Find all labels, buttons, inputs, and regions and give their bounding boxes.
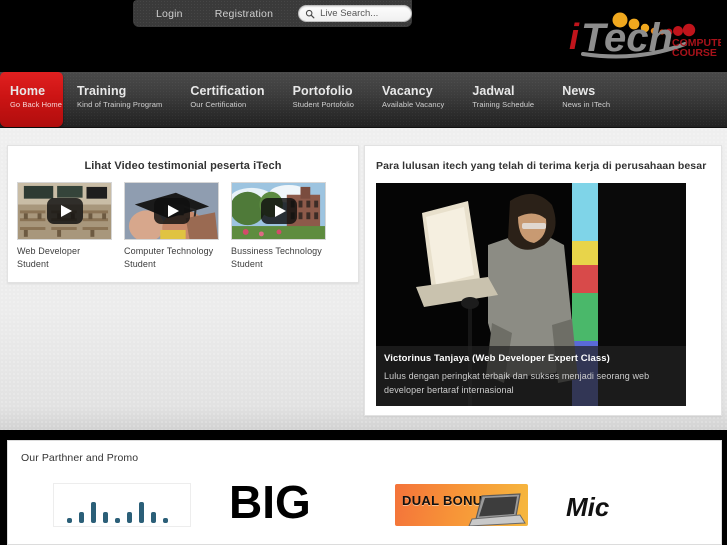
nav-item-subtitle: Student Portofolio: [292, 100, 355, 109]
video-thumbnail-item[interactable]: Web Developer Student: [17, 182, 112, 270]
svg-text:COURSE: COURSE: [672, 47, 717, 59]
testimonial-overlay: Victorinus Tanjaya (Web Developer Expert…: [376, 346, 686, 406]
nav-item-home[interactable]: Home Go Back Home: [0, 72, 63, 127]
graduate-testimonial-panel: Para lulusan itech yang telah di terima …: [364, 145, 722, 416]
nav-item-subtitle: Training Schedule: [472, 100, 535, 109]
login-link[interactable]: Login: [150, 8, 189, 20]
microsoft-logo-text: Mic: [566, 492, 610, 520]
nav-item-subtitle: Our Certification: [190, 100, 247, 109]
nav-item-subtitle: Go Back Home: [10, 100, 63, 109]
big-logo-text: BIG: [229, 480, 311, 524]
nav-item-subtitle: Available Vacancy: [382, 100, 445, 109]
video-thumbnail-graduation[interactable]: [124, 182, 219, 240]
partner-promo-panel: Our Parthner and Promo BIG DUAL BONUS !!…: [7, 440, 722, 545]
laptop-icon: [468, 492, 526, 526]
play-icon[interactable]: [46, 198, 83, 224]
video-panel-heading: Lihat Video testimonial peserta iTech: [84, 160, 282, 172]
registration-link[interactable]: Registration: [209, 8, 279, 20]
video-thumbnail-classroom[interactable]: [17, 182, 112, 240]
search-box[interactable]: [298, 5, 412, 22]
search-icon: [306, 9, 315, 18]
microsoft-logo-icon: Mic: [566, 492, 610, 522]
big-logo-icon: BIG: [229, 476, 311, 528]
big-logo[interactable]: BIG: [229, 476, 357, 529]
video-thumbnail-row: Web Developer Student Computer Technolog…: [8, 172, 358, 270]
dual-bonus-promo[interactable]: DUAL BONUS !!!: [395, 483, 528, 526]
play-icon[interactable]: [153, 198, 190, 224]
nav-item-certification[interactable]: Certification Our Certification: [176, 72, 278, 128]
nav-item-title: Training: [77, 84, 127, 98]
partner-panel-title: Our Parthner and Promo: [21, 452, 139, 464]
nav-item-title: Home: [10, 84, 46, 98]
nav-item-title: Portofolio: [292, 84, 353, 98]
nav-item-portofolio[interactable]: Portofolio Student Portofolio: [279, 72, 368, 128]
itech-logo-graphic: i Tech COMPUTER COURSE: [569, 12, 721, 60]
testimonial-name: Victorinus Tanjaya (Web Developer Expert…: [384, 353, 610, 364]
nav-item-vacancy[interactable]: Vacancy Available Vacancy: [368, 72, 458, 128]
video-thumbnail-item[interactable]: Computer Technology Student: [124, 182, 219, 270]
video-thumbnail-campus[interactable]: [231, 182, 326, 240]
nav-item-title: Jadwal: [472, 84, 515, 98]
video-thumbnail-caption: Web Developer Student: [17, 246, 81, 269]
svg-text:i: i: [569, 16, 580, 57]
search-input[interactable]: [320, 8, 405, 19]
testimonial-description: Lulus dengan peringkat terbaik dan sukse…: [384, 371, 650, 395]
nav-item-title: Vacancy: [382, 84, 433, 98]
nav-item-subtitle: News in ITech: [562, 100, 611, 109]
cisco-logo-icon: [67, 501, 168, 523]
video-thumbnail-caption: Bussiness Technology Student: [231, 246, 322, 269]
site-logo[interactable]: i Tech COMPUTER COURSE: [553, 4, 721, 60]
nav-item-training[interactable]: Training Kind of Training Program: [63, 72, 176, 128]
video-thumbnail-caption: Computer Technology Student: [124, 246, 214, 269]
video-testimonial-panel: Lihat Video testimonial peserta iTech We…: [7, 145, 359, 283]
video-thumbnail-item[interactable]: Bussiness Technology Student: [231, 182, 326, 270]
nav-item-title: Certification: [190, 84, 265, 98]
main-navigation: Home Go Back Home Training Kind of Train…: [0, 72, 727, 128]
testimonial-media[interactable]: Victorinus Tanjaya (Web Developer Expert…: [376, 183, 686, 406]
page-root: Login Registration i Tech: [0, 0, 727, 545]
nav-item-title: News: [562, 84, 596, 98]
nav-item-jadwal[interactable]: Jadwal Training Schedule: [458, 72, 548, 128]
utility-bar: Login Registration: [133, 0, 412, 27]
partner-logo-row: BIG DUAL BONUS !!! Mic: [21, 476, 708, 529]
nav-item-subtitle: Kind of Training Program: [77, 100, 163, 109]
nav-item-news[interactable]: News News in ITech: [548, 72, 624, 128]
play-icon[interactable]: [260, 198, 297, 224]
microsoft-logo[interactable]: Mic: [566, 484, 636, 525]
cisco-logo[interactable]: [53, 482, 191, 527]
testimonial-heading: Para lulusan itech yang telah di terima …: [376, 160, 707, 172]
